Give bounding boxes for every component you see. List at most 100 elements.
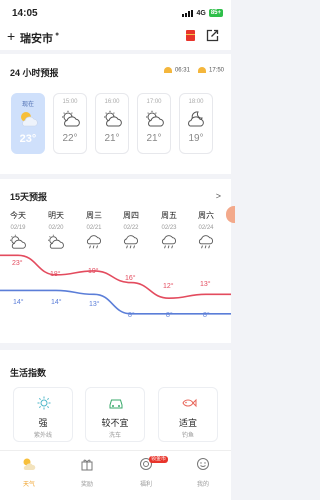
sun-times: 06:31 17:50 <box>163 67 224 74</box>
day-column[interactable]: 周六 02/24 <box>191 210 221 255</box>
day-date: 02/20 <box>48 225 64 231</box>
sunset: 17:50 <box>197 67 224 74</box>
high-temp-label: 12° <box>163 283 174 290</box>
hour-temp: 21° <box>104 133 120 144</box>
location-pin-icon: ● <box>55 31 60 38</box>
share-icon[interactable] <box>206 29 219 42</box>
day-column[interactable]: 今天 02/19 <box>3 210 33 255</box>
life-index-card: 生活指数 强 紫外线 较不宜 洗车 适宜 钓鱼 <box>0 350 231 450</box>
tab-weather[interactable]: 天气 <box>9 457 49 488</box>
chevron-right-icon[interactable]: > <box>216 191 221 201</box>
high-temp-label: 18° <box>50 271 61 278</box>
high-temp-label: 19° <box>88 268 99 275</box>
temperature-chart <box>0 254 231 315</box>
side-float-tab[interactable] <box>226 206 235 223</box>
life-index-label: 洗车 <box>108 433 121 439</box>
low-temp-label: 14° <box>51 299 62 306</box>
sunset-icon <box>197 67 206 73</box>
profile-icon <box>197 458 209 470</box>
day-date: 02/19 <box>10 225 26 231</box>
partly-cloudy-moon-icon <box>188 111 204 127</box>
hour-time: 现在 <box>21 102 34 108</box>
day-date: 02/22 <box>123 225 139 231</box>
hour-item[interactable]: 18:00 19° <box>179 93 213 154</box>
signal-icon <box>182 9 194 17</box>
life-index-value: 适宜 <box>178 418 197 428</box>
day-weekday: 周四 <box>123 211 139 220</box>
high-temp-label: 23° <box>12 260 23 267</box>
hour-temp: 22° <box>62 133 78 144</box>
gift-icon <box>81 459 93 471</box>
add-city-button[interactable]: + <box>7 27 15 45</box>
day-date: 02/24 <box>198 225 214 231</box>
fish-icon <box>182 398 197 408</box>
status-bar: 14:05 4G 85+ <box>0 0 231 26</box>
day-weekday: 今天 <box>10 211 26 220</box>
life-title: 生活指数 <box>10 368 47 378</box>
hour-temp: 21° <box>146 133 162 144</box>
benefits-badge: 领金币 <box>149 456 169 463</box>
rain-icon <box>86 235 101 249</box>
hour-time: 16:00 <box>104 99 120 105</box>
hour-item[interactable]: 现在 23° <box>11 93 45 154</box>
day-weekday: 周三 <box>86 211 102 220</box>
life-index-value: 强 <box>38 418 48 428</box>
sun-icon <box>37 396 51 410</box>
life-index-label: 紫外线 <box>33 433 52 439</box>
bottom-tab-bar: 天气 奖励 福利 领金币 我的 <box>0 450 231 500</box>
city-name[interactable]: 瑞安市 <box>20 30 53 46</box>
hourly-forecast-card: 24 小时预报 06:31 17:50 现在 23° 15:00 22° 16:… <box>0 54 231 174</box>
sunrise: 06:31 <box>163 67 190 74</box>
red-packet-icon[interactable] <box>186 30 195 41</box>
tab-rewards[interactable]: 奖励 <box>67 457 107 488</box>
high-temp-label: 13° <box>200 281 211 288</box>
low-temp-label: 8° <box>128 312 135 319</box>
day-weekday: 周六 <box>198 211 214 220</box>
day-column[interactable]: 周四 02/22 <box>116 210 146 255</box>
top-header: + 瑞安市 ● <box>0 26 231 50</box>
sunrise-icon <box>163 67 172 73</box>
battery-icon: 85+ <box>208 9 223 17</box>
partly-cloudy-sun-icon <box>62 110 80 127</box>
hour-temp: 19° <box>188 133 204 144</box>
hour-item[interactable]: 17:00 21° <box>137 93 171 154</box>
day-column[interactable]: 明天 02/20 <box>41 210 71 255</box>
rain-icon <box>161 235 176 249</box>
tab-profile[interactable]: 我的 <box>183 457 223 488</box>
hour-time: 17:00 <box>146 99 162 105</box>
tab-label: 我的 <box>196 482 209 488</box>
hour-item[interactable]: 15:00 22° <box>53 93 87 154</box>
high-temp-line <box>0 254 231 300</box>
day-weekday: 明天 <box>48 211 64 220</box>
car-icon <box>109 399 123 409</box>
weather-icon <box>23 458 36 470</box>
partly-cloudy-sun-icon <box>146 110 164 127</box>
rain-icon <box>198 235 213 249</box>
life-index-item[interactable]: 较不宜 洗车 <box>85 387 145 442</box>
day-weekday: 周五 <box>161 211 177 220</box>
day-date: 02/23 <box>161 225 177 231</box>
hourly-title: 24 小时预报 <box>10 68 59 78</box>
low-temp-label: 8° <box>203 312 210 319</box>
low-temp-label: 8° <box>166 312 173 319</box>
partly-cloudy-sun-icon <box>104 110 122 127</box>
tab-label: 奖励 <box>80 482 93 488</box>
tab-label: 福利 <box>139 482 152 488</box>
high-temp-label: 16° <box>125 275 136 282</box>
day-column[interactable]: 周三 02/21 <box>79 210 109 255</box>
life-index-label: 钓鱼 <box>181 433 194 439</box>
status-indicators: 4G 85+ <box>182 9 223 17</box>
low-temp-label: 13° <box>89 301 100 308</box>
low-temp-line <box>0 289 231 315</box>
life-index-item[interactable]: 适宜 钓鱼 <box>158 387 218 442</box>
hour-item[interactable]: 16:00 21° <box>95 93 129 154</box>
day-column[interactable]: 周五 02/23 <box>154 210 184 255</box>
daily-forecast-card: 15天预报 > 今天 02/19 明天 02/20 周三 02/21 周四 02… <box>0 179 235 343</box>
partly-cloudy-sun-icon <box>21 112 38 127</box>
hour-time: 15:00 <box>62 99 78 105</box>
life-index-value: 较不宜 <box>101 418 129 428</box>
life-index-item[interactable]: 强 紫外线 <box>13 387 73 442</box>
partly-cloudy-sun-icon <box>48 234 64 249</box>
partly-cloudy-sun-icon <box>10 234 26 249</box>
daily-title: 15天预报 <box>10 192 48 202</box>
